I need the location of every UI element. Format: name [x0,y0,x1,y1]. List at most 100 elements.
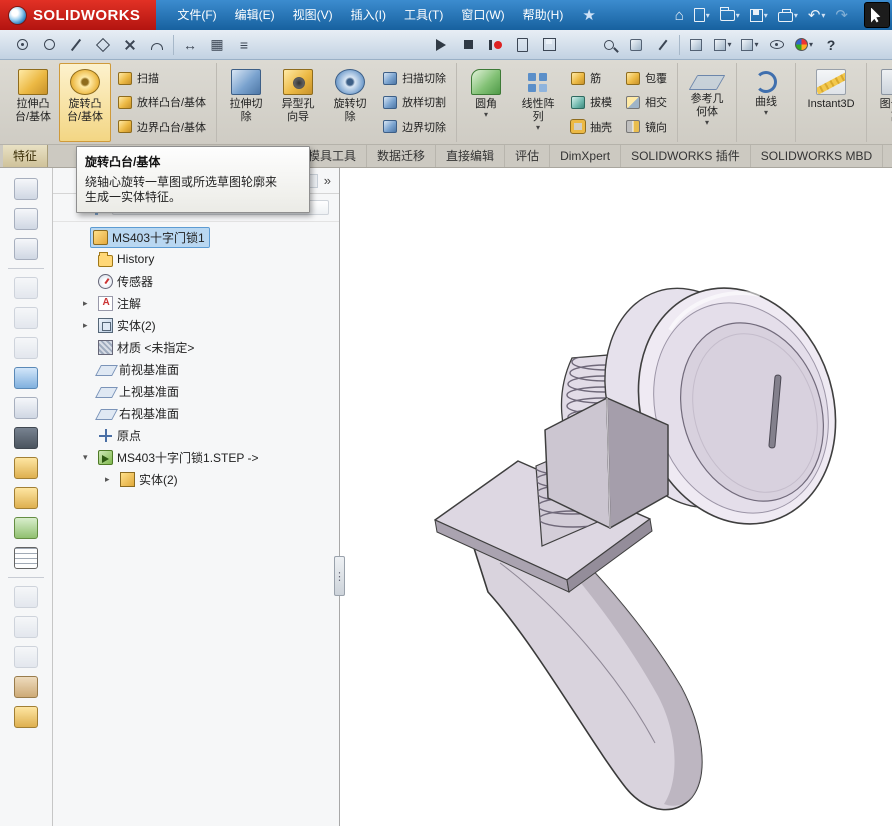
polygon-icon[interactable] [94,36,112,54]
left-toolbar-icon-13[interactable] [14,547,38,569]
tree-item-imported-bodies[interactable]: 实体(2) [53,468,339,490]
circle-icon[interactable] [40,36,58,54]
sweep-cut-button[interactable]: 扫描切除 [378,67,451,89]
tree-item-right-plane[interactable]: 右视基准面 [53,402,339,424]
left-toolbar-icon-08[interactable] [14,397,38,419]
rib-button[interactable]: 筋 [566,67,617,89]
dimension-arrows-icon[interactable]: ↔ [181,36,199,54]
open-button[interactable]: ▾ [718,3,742,27]
expand-arrow-icon[interactable] [105,474,118,485]
expand-arrow-icon[interactable] [83,320,96,331]
left-toolbar-icon-02[interactable] [14,208,38,230]
left-toolbar-icon-05[interactable] [14,307,38,329]
tab-features[interactable]: 特征 [3,145,49,167]
tree-item-top-plane[interactable]: 上视基准面 [53,380,339,402]
extrude-boss-button[interactable]: 拉伸凸 台/基体 [7,63,59,142]
left-toolbar-icon-06[interactable] [14,337,38,359]
boundary-cut-button[interactable]: 边界切除 [378,116,451,138]
pin-menu-star-icon[interactable]: ★ [582,6,595,24]
tree-item-solid-bodies[interactable]: 实体(2) [53,314,339,336]
left-toolbar-icon-12[interactable] [14,517,38,539]
left-toolbar-icon-14[interactable] [14,586,38,608]
tab-evaluate[interactable]: 评估 [505,145,551,167]
tree-item-origin[interactable]: 原点 [53,424,339,446]
arc-icon[interactable] [148,36,166,54]
line-icon[interactable] [67,36,85,54]
wrap-button[interactable]: 包覆 [621,67,672,89]
collapse-arrow-icon[interactable] [83,452,96,463]
menu-tools[interactable]: 工具(T) [395,0,452,30]
mirror-button[interactable]: 镜向 [621,116,672,138]
intersect-button[interactable]: 相交 [621,91,672,113]
curves-button[interactable]: 曲线 [740,63,792,142]
tab-direct-editing[interactable]: 直接编辑 [436,145,506,167]
left-toolbar-icon-01[interactable] [14,178,38,200]
relations-icon[interactable]: ≡ [235,36,253,54]
left-toolbar-icon-03[interactable] [14,238,38,260]
new-document-button[interactable]: ▾ [692,3,712,27]
redo-button[interactable]: ↷ [833,3,850,27]
menu-insert[interactable]: 插入(I) [342,0,395,30]
display-cube-icon[interactable] [687,36,705,54]
tree-item-front-plane[interactable]: 前视基准面 [53,358,339,380]
left-toolbar-icon-04[interactable] [14,277,38,299]
home-button[interactable]: ⌂ [673,3,686,27]
panel-splitter-handle[interactable] [334,556,345,596]
select-tool-button[interactable] [864,2,890,28]
grid-icon[interactable]: ▦ [208,36,226,54]
reference-geometry-button[interactable]: 参考几 何体 [681,63,733,142]
undo-button[interactable]: ↶ ▾ [806,3,828,27]
hide-show-eye-icon[interactable] [768,36,786,54]
draft-button[interactable]: 拔模 [566,91,617,113]
view-orientation-icon[interactable]: ▾ [714,36,732,54]
macro-edit-icon[interactable] [540,36,558,54]
revolve-boss-button[interactable]: 旋转凸 台/基体 [59,63,111,142]
left-toolbar-icon-10[interactable] [14,457,38,479]
left-toolbar-icon-07[interactable] [14,367,38,389]
revolve-cut-button[interactable]: 旋转切除 [324,63,376,142]
tab-solidworks-addins[interactable]: SOLIDWORKS 插件 [621,145,751,167]
record-icon[interactable] [486,36,504,54]
left-toolbar-icon-11[interactable] [14,487,38,509]
left-toolbar-icon-09[interactable] [14,427,38,449]
tree-item-history[interactable]: History [53,248,339,270]
circle-dot-icon[interactable] [13,36,31,54]
left-toolbar-icon-17[interactable] [14,676,38,698]
left-toolbar-icon-15[interactable] [14,616,38,638]
tab-data-migration[interactable]: 数据迁移 [367,145,437,167]
linear-pattern-button[interactable]: 线性阵列 [512,63,564,142]
macro-document-icon[interactable] [513,36,531,54]
trim-cross-icon[interactable] [121,36,139,54]
left-toolbar-icon-18[interactable] [14,706,38,728]
drawing-split-button[interactable]: 图号分离 [870,63,892,142]
tab-solidworks-mbd[interactable]: SOLIDWORKS MBD [751,145,884,167]
print-button[interactable]: ▾ [776,3,800,27]
tree-item-imported-step[interactable]: MS403十字门锁1.STEP -> [53,446,339,468]
expand-arrow-icon[interactable] [83,298,96,309]
fillet-button[interactable]: 圆角 [460,63,512,142]
loft-cut-button[interactable]: 放样切割 [378,91,451,113]
shell-button[interactable]: 抽壳 [566,116,617,138]
sweep-button[interactable]: 扫描 [113,67,211,89]
tree-item-material[interactable]: 材质 <未指定> [53,336,339,358]
section-view-icon[interactable] [654,36,672,54]
zoom-area-icon[interactable] [627,36,645,54]
zoom-icon[interactable] [600,36,618,54]
help-icon[interactable]: ? [822,36,840,54]
save-button[interactable]: ▾ [748,3,770,27]
tree-item-sensors[interactable]: 传感器 [53,270,339,292]
tree-item-annotations[interactable]: 注解 [53,292,339,314]
extrude-cut-button[interactable]: 拉伸切除 [220,63,272,142]
stop-icon[interactable] [459,36,477,54]
menu-file[interactable]: 文件(F) [168,0,225,30]
panel-overflow-chevron-icon[interactable]: » [324,174,331,187]
menu-window[interactable]: 窗口(W) [452,0,513,30]
tree-item-part-root[interactable]: MS403十字门锁1 [53,226,339,248]
menu-edit[interactable]: 编辑(E) [226,0,284,30]
left-toolbar-icon-16[interactable] [14,646,38,668]
display-style-icon[interactable]: ▾ [741,36,759,54]
menu-view[interactable]: 视图(V) [284,0,342,30]
instant3d-button[interactable]: Instant3D [799,63,863,142]
appearance-ball-icon[interactable]: ▾ [795,36,813,54]
menu-help[interactable]: 帮助(H) [514,0,573,30]
